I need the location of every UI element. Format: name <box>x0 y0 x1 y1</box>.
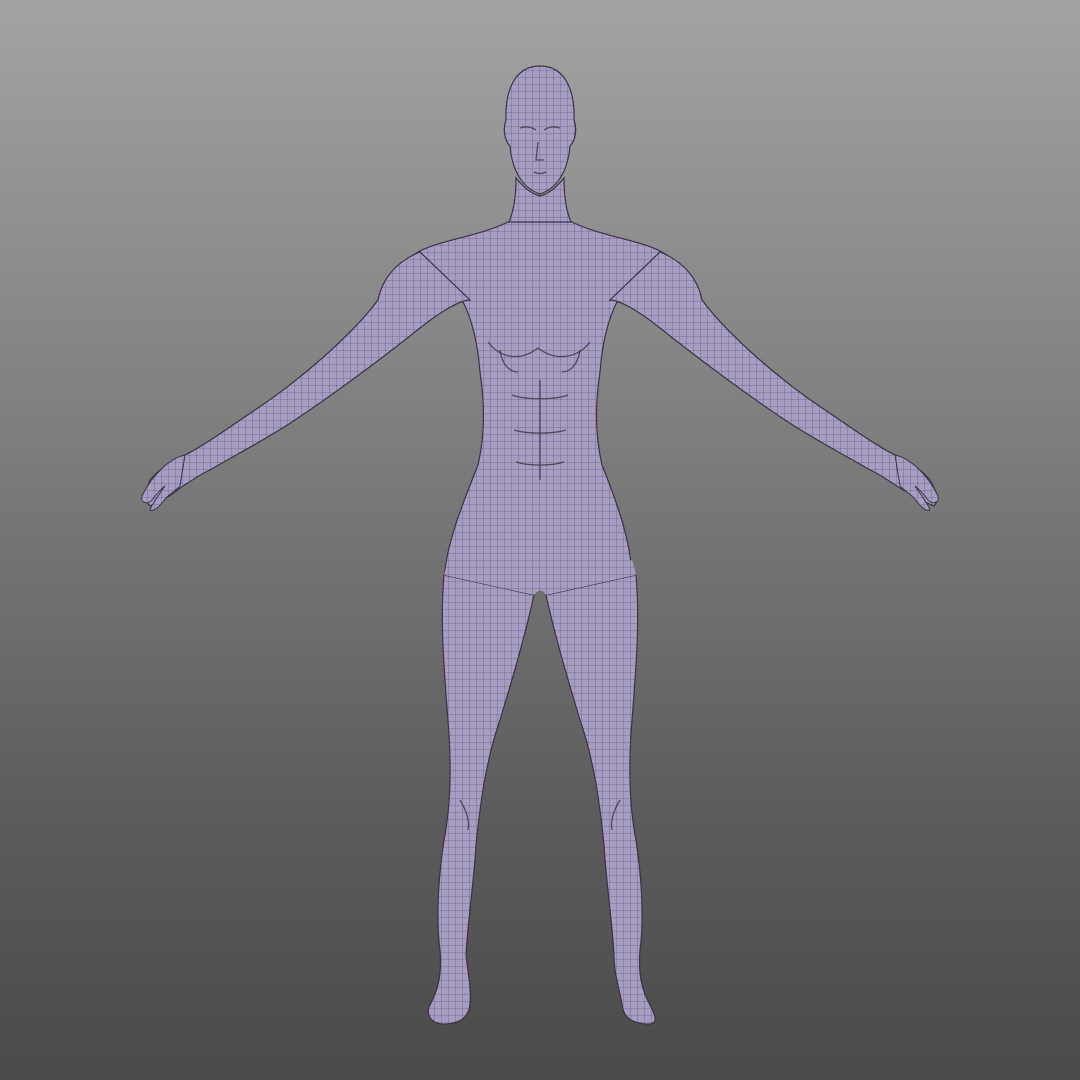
left-hand <box>141 454 186 511</box>
left-arm <box>145 251 472 507</box>
3d-viewport[interactable] <box>0 0 1080 1080</box>
head <box>503 65 577 195</box>
body-mesh <box>141 65 939 1025</box>
right-arm <box>608 251 938 507</box>
right-leg <box>545 574 656 1025</box>
character-mesh[interactable] <box>0 0 1080 1080</box>
left-leg <box>427 574 535 1025</box>
